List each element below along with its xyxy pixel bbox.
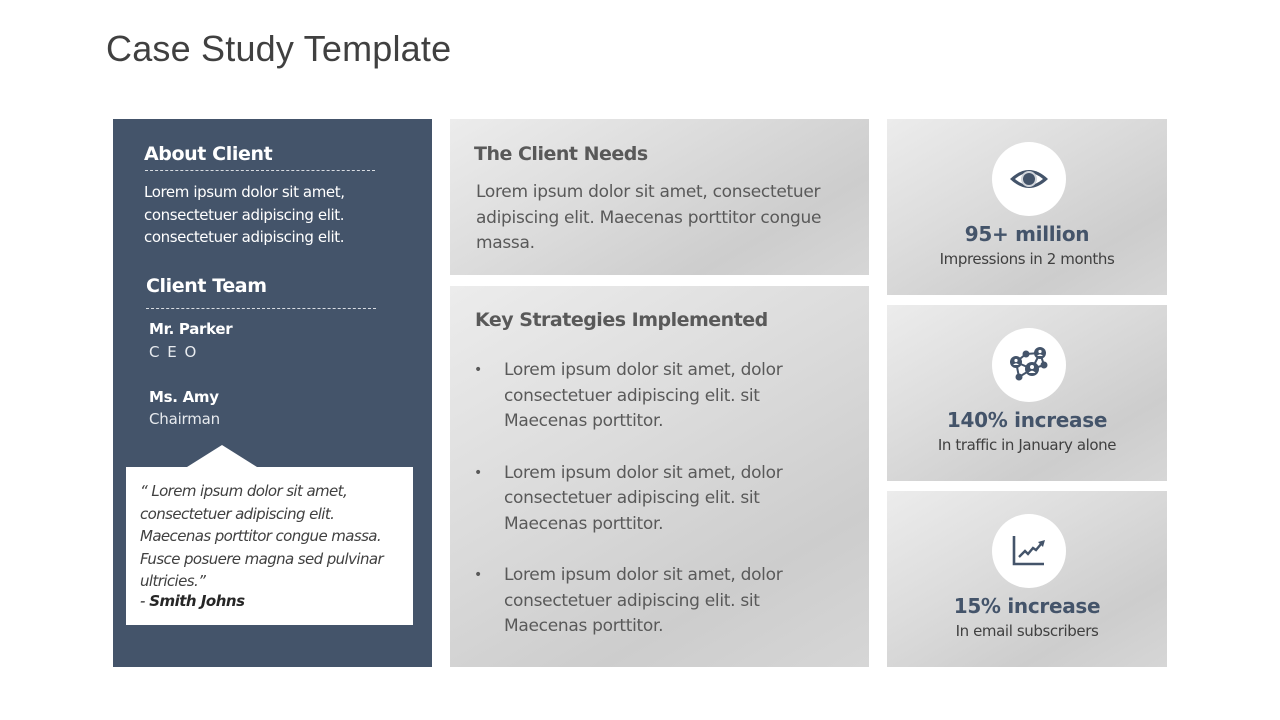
team-member-name: Mr. Parker [149, 320, 233, 338]
stat-card-traffic: 140% increase In traffic in January alon… [887, 305, 1167, 481]
stat-label: In email subscribers [955, 622, 1099, 640]
about-client-line: consectetuer adipiscing elit. [144, 228, 345, 246]
strategy-item: • Lorem ipsum dolor sit amet, dolor cons… [474, 461, 834, 538]
stat-value: 15% increase [953, 594, 1101, 618]
client-needs-line: Lorem ipsum dolor sit amet, consectetuer [476, 182, 821, 202]
strategy-item: • Lorem ipsum dolor sit amet, dolor cons… [474, 358, 834, 435]
client-needs-card: The Client Needs Lorem ipsum dolor sit a… [450, 119, 869, 275]
bullet-icon: • [474, 362, 482, 378]
testimonial-author: - Smith Johns [140, 592, 245, 610]
about-client-divider [145, 170, 375, 171]
about-client-heading: About Client [144, 143, 273, 165]
stat-label: In traffic in January alone [937, 436, 1117, 454]
strategy-line: Maecenas porttitor. [504, 513, 664, 534]
client-needs-line: adipiscing elit. Maecenas porttitor cong… [476, 207, 822, 228]
strategy-line: Maecenas porttitor. [504, 411, 664, 431]
strategy-line: consectetuer adipiscing elit. sit [504, 385, 760, 406]
testimonial-callout: “ Lorem ipsum dolor sit amet, consectetu… [126, 445, 413, 625]
stat-label: Impressions in 2 months [939, 250, 1115, 268]
client-team-heading: Client Team [146, 275, 267, 297]
slide-title: Case Study Template [106, 28, 452, 69]
team-member-name: Ms. Amy [149, 388, 219, 406]
key-strategies-heading: Key Strategies Implemented [475, 309, 768, 331]
bullet-icon: • [474, 567, 482, 583]
client-needs-line: massa. [476, 233, 535, 253]
about-client-line: Lorem ipsum dolor sit amet, [144, 183, 345, 201]
callout-pointer [187, 445, 257, 467]
team-member-role: Chairman [149, 410, 220, 428]
client-needs-heading: The Client Needs [474, 143, 648, 165]
stat-icon-badge [992, 142, 1066, 216]
strategy-line: Lorem ipsum dolor sit amet, dolor [504, 360, 783, 380]
stat-card-impressions: 95+ million Impressions in 2 months [887, 119, 1167, 295]
strategy-line: consectetuer adipiscing elit. sit [504, 488, 760, 508]
eye-icon [1010, 170, 1048, 188]
client-info-panel: About Client Lorem ipsum dolor sit amet,… [113, 119, 432, 667]
quote-line: ultricies.” [140, 572, 206, 590]
strategy-line: consectetuer adipiscing elit. sit [504, 590, 760, 611]
quote-line: “ Lorem ipsum dolor sit amet, [140, 482, 348, 500]
growth-chart-icon [1012, 536, 1045, 566]
author-prefix: - [140, 592, 150, 610]
author-name: Smith Johns [149, 592, 245, 610]
quote-line: consectetuer adipiscing elit. [140, 504, 335, 523]
strategy-line: Lorem ipsum dolor sit amet, dolor [504, 462, 783, 483]
quote-line: Maecenas porttitor congue massa. [140, 527, 382, 545]
strategy-item: • Lorem ipsum dolor sit amet, dolor cons… [474, 563, 834, 640]
strategy-line: Lorem ipsum dolor sit amet, dolor [504, 565, 783, 585]
slide: Case Study Template About Client Lorem i… [0, 0, 1280, 720]
stat-icon-badge [992, 328, 1066, 402]
strategies-list: • Lorem ipsum dolor sit amet, dolor cons… [474, 358, 834, 666]
team-member-role: C E O [149, 343, 198, 361]
about-client-line: consectetuer adipiscing elit. [144, 205, 345, 224]
client-team-divider [146, 308, 376, 309]
key-strategies-card: Key Strategies Implemented • Lorem ipsum… [450, 286, 869, 667]
client-needs-text: Lorem ipsum dolor sit amet, consectetuer… [476, 180, 856, 257]
stat-value: 140% increase [946, 408, 1108, 432]
network-icon [1010, 347, 1048, 381]
stat-icon-badge [992, 514, 1066, 588]
about-client-text: Lorem ipsum dolor sit amet, consectetuer… [144, 181, 345, 249]
stat-card-email: 15% increase In email subscribers [887, 491, 1167, 667]
testimonial-quote: “ Lorem ipsum dolor sit amet, consectetu… [140, 480, 410, 593]
quote-line: Fusce posuere magna sed pulvinar [140, 549, 384, 568]
stat-value: 95+ million [964, 222, 1090, 246]
bullet-icon: • [474, 464, 482, 481]
strategy-line: Maecenas porttitor. [504, 616, 664, 636]
